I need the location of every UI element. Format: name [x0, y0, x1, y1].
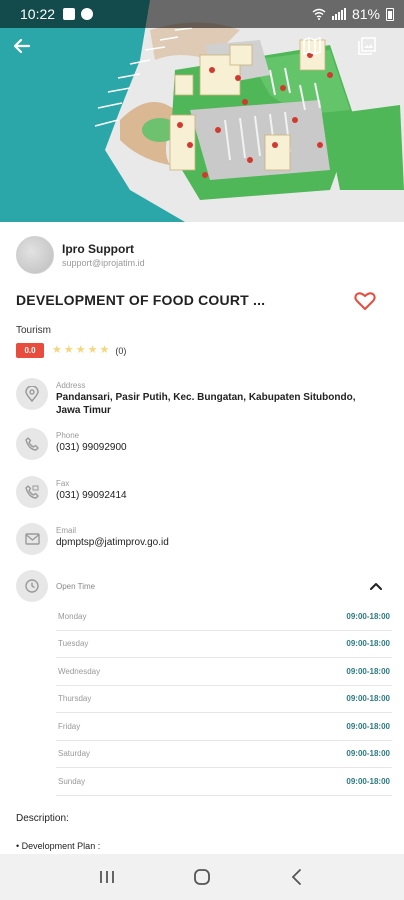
day-label: Monday — [58, 611, 87, 621]
back-chevron-icon — [291, 869, 301, 885]
map-icon — [303, 37, 321, 55]
day-label: Thursday — [58, 694, 92, 704]
fax-icon — [16, 476, 48, 508]
day-label: Friday — [58, 721, 81, 731]
email-row[interactable]: Email dpmptsp@jatimprov.go.id — [16, 523, 169, 555]
heart-icon — [354, 292, 376, 310]
clock-icon — [16, 570, 48, 602]
owner-email: support@iprojatim.id — [62, 258, 145, 268]
owner-info[interactable]: Ipro Support support@iprojatim.id — [16, 236, 145, 274]
hours-value: 09:00-18:00 — [346, 776, 390, 786]
hero-map-image — [0, 0, 404, 222]
address-row[interactable]: Address Pandansari, Pasir Putih, Kec. Bu… — [16, 378, 376, 417]
gallery-notification-icon — [63, 8, 76, 20]
address-label: Address — [56, 381, 86, 390]
star-icon: ★ — [99, 344, 110, 356]
star-icon: ★ — [87, 344, 98, 356]
home-icon — [194, 869, 210, 885]
favorite-button[interactable] — [353, 289, 377, 313]
page-title: DEVELOPMENT OF FOOD COURT ... — [16, 292, 266, 308]
recent-apps-icon — [100, 871, 115, 883]
status-right: 81% — [312, 6, 394, 22]
battery-percent: 81% — [351, 6, 380, 22]
star-rating: ★ ★ ★ ★ ★ — [52, 345, 109, 356]
hours-value: 09:00-18:00 — [346, 721, 390, 731]
day-label: Wednesday — [58, 666, 101, 676]
fax-value: (031) 99092414 — [56, 490, 127, 501]
avatar — [16, 236, 54, 274]
hours-row: Sunday 09:00-18:00 — [56, 768, 392, 796]
wifi-icon — [312, 8, 326, 20]
fax-label: Fax — [56, 479, 70, 488]
hours-row: Saturday 09:00-18:00 — [56, 741, 392, 768]
system-back-button[interactable] — [277, 857, 317, 897]
description-item: • Development Plan : — [16, 841, 101, 851]
open-time-label: Open Time — [56, 582, 96, 591]
location-pin-icon — [16, 378, 48, 410]
gallery-button[interactable] — [357, 36, 391, 70]
address-value: Pandansari, Pasir Putih, Kec. Bungatan, … — [56, 392, 356, 416]
collapse-hours-button[interactable] — [368, 579, 384, 593]
map-view-button[interactable] — [302, 36, 336, 70]
system-nav-bar — [0, 854, 404, 900]
home-button[interactable] — [182, 857, 222, 897]
signal-icon — [331, 8, 346, 20]
status-bar: 10:22 81% — [0, 0, 404, 28]
star-icon: ★ — [63, 344, 74, 356]
phone-value: (031) 99092900 — [56, 442, 127, 453]
battery-icon — [386, 7, 394, 21]
rating-count: (0) — [115, 345, 127, 356]
back-button[interactable] — [12, 36, 46, 70]
rating-badge: 0.0 — [16, 343, 44, 358]
category-label: Tourism — [16, 325, 52, 336]
hours-row: Friday 09:00-18:00 — [56, 713, 392, 741]
email-label: Email — [56, 526, 77, 535]
gallery-icon — [358, 37, 376, 55]
hours-row: Wednesday 09:00-18:00 — [56, 658, 392, 686]
hours-value: 09:00-18:00 — [346, 666, 390, 676]
phone-row[interactable]: Phone (031) 99092900 — [16, 428, 127, 460]
hours-row: Monday 09:00-18:00 — [56, 603, 392, 631]
email-value: dpmptsp@jatimprov.go.id — [56, 537, 169, 548]
hours-row: Tuesday 09:00-18:00 — [56, 631, 392, 658]
star-icon: ★ — [75, 344, 86, 356]
phone-label: Phone — [56, 431, 80, 440]
star-icon: ★ — [52, 344, 62, 356]
recent-apps-button[interactable] — [87, 857, 127, 897]
day-label: Tuesday — [58, 639, 89, 649]
notification-icons — [63, 8, 94, 20]
site-plan-illustration — [0, 0, 404, 222]
rating-row: 0.0 ★ ★ ★ ★ ★ (0) — [16, 343, 126, 358]
hours-value: 09:00-18:00 — [346, 694, 390, 704]
hours-value: 09:00-18:00 — [346, 639, 390, 649]
hours-value: 09:00-18:00 — [346, 749, 390, 759]
hours-value: 09:00-18:00 — [346, 611, 390, 621]
fax-row[interactable]: Fax (031) 99092414 — [16, 476, 127, 508]
email-icon — [16, 523, 48, 555]
description-label: Description: — [16, 813, 69, 824]
opening-hours-list: Monday 09:00-18:00 Tuesday 09:00-18:00 W… — [56, 603, 392, 796]
open-time-row[interactable] — [16, 570, 48, 602]
back-arrow-icon — [13, 38, 31, 54]
chevron-up-icon — [370, 583, 382, 590]
app-notification-icon — [81, 8, 94, 20]
phone-icon — [16, 428, 48, 460]
hours-row: Thursday 09:00-18:00 — [56, 686, 392, 713]
owner-name: Ipro Support — [62, 242, 134, 256]
status-time: 10:22 — [20, 6, 56, 22]
day-label: Saturday — [58, 749, 91, 759]
day-label: Sunday — [58, 776, 86, 786]
